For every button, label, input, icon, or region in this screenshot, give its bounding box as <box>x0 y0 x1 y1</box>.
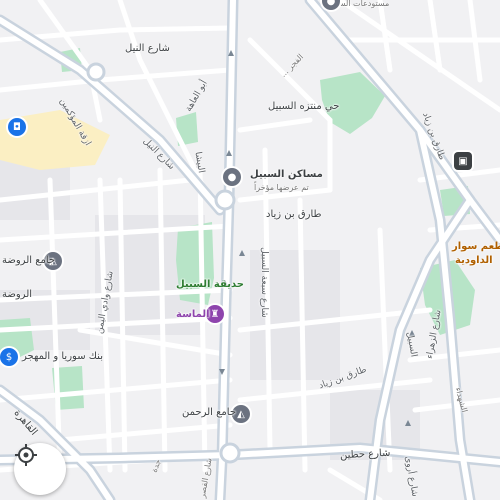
bus-stop-pin[interactable]: ▣ <box>454 152 472 170</box>
place-label-park-north: حي منتزه السبيل <box>268 101 340 112</box>
my-location-icon <box>15 444 37 466</box>
mosque-icon: ◭ <box>237 408 245 420</box>
street-label-rawda: الروضة <box>2 289 33 300</box>
place-label-bank[interactable]: بنك سوريا و المهجر <box>22 352 103 362</box>
map-pin-icon: ● <box>326 0 336 7</box>
map-base-layer <box>0 0 500 500</box>
shopping-bag-icon: ◘ <box>13 121 21 133</box>
masakin-pin[interactable]: ● <box>223 168 241 186</box>
street-label-tariq-mid: طارق بن زياد <box>266 209 322 220</box>
my-location-button[interactable] <box>14 443 66 495</box>
place-label-hadiqat[interactable]: حديقة السبيل <box>176 280 244 290</box>
map-canvas[interactable]: شارع النيل شارع النيل ازقة المؤكمين أبو … <box>0 0 500 500</box>
street-label-nile-top: شارع النيل <box>125 43 170 54</box>
place-label-matam[interactable]: مطعم سوار <box>452 242 500 252</box>
bus-stop-icon: ▣ <box>458 155 468 167</box>
bank-pin[interactable]: $ <box>0 348 18 366</box>
landmark-icon: ♜ <box>210 308 220 320</box>
place-label-jami-rahman[interactable]: جامع الرحمن <box>182 408 236 418</box>
place-label-jami-rawda[interactable]: جامع الروضة <box>2 256 55 266</box>
place-label-masakin-sub: تم عرضها مؤخراً <box>254 183 309 192</box>
shopping-pin[interactable]: ◘ <box>8 118 26 136</box>
bank-icon: $ <box>5 351 13 363</box>
map-pin-icon: ● <box>227 171 237 183</box>
place-label-almasa[interactable]: الماسة <box>176 310 210 320</box>
street-label-saba-sabeel: شارع سبعة السبيل <box>258 247 269 318</box>
place-label-masakin[interactable]: مساكن السبيل <box>250 170 323 180</box>
district-label-dawoodiya: الداودية <box>455 255 493 266</box>
